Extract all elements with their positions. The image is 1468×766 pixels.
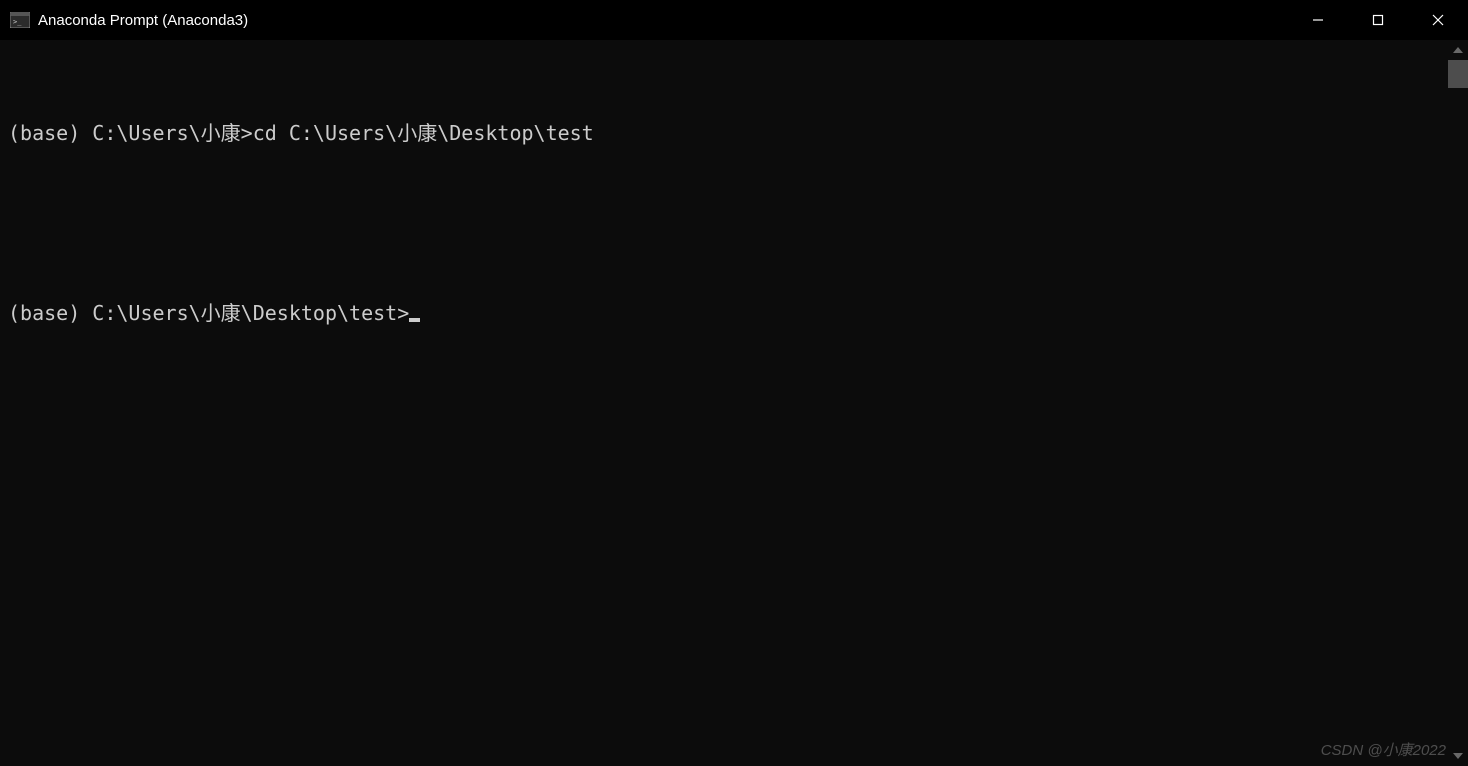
- terminal-icon: >_: [10, 12, 30, 28]
- window-titlebar: >_ Anaconda Prompt (Anaconda3): [0, 0, 1468, 40]
- window-controls: [1288, 0, 1468, 40]
- vertical-scrollbar[interactable]: [1448, 40, 1468, 766]
- command-text: cd C:\Users\小康\Desktop\test: [253, 121, 594, 145]
- terminal-line-blank: [8, 208, 1460, 238]
- terminal-line: (base) C:\Users\小康\Desktop\test>: [8, 298, 1460, 328]
- terminal-content: (base) C:\Users\小康>cd C:\Users\小康\Deskto…: [0, 40, 1468, 396]
- terminal-line: (base) C:\Users\小康>cd C:\Users\小康\Deskto…: [8, 118, 1460, 148]
- titlebar-left: >_ Anaconda Prompt (Anaconda3): [10, 12, 248, 29]
- prompt-text: (base) C:\Users\小康>: [8, 121, 253, 145]
- watermark-text: CSDN @小康2022: [1321, 739, 1446, 760]
- close-button[interactable]: [1408, 0, 1468, 40]
- terminal-area[interactable]: (base) C:\Users\小康>cd C:\Users\小康\Deskto…: [0, 40, 1468, 766]
- scroll-thumb[interactable]: [1448, 60, 1468, 88]
- window-title: Anaconda Prompt (Anaconda3): [38, 12, 248, 29]
- maximize-button[interactable]: [1348, 0, 1408, 40]
- scroll-down-button[interactable]: [1448, 746, 1468, 766]
- svg-text:>_: >_: [13, 18, 22, 26]
- minimize-button[interactable]: [1288, 0, 1348, 40]
- cursor: [409, 318, 420, 322]
- scroll-up-button[interactable]: [1448, 40, 1468, 60]
- prompt-text: (base) C:\Users\小康\Desktop\test>: [8, 298, 409, 328]
